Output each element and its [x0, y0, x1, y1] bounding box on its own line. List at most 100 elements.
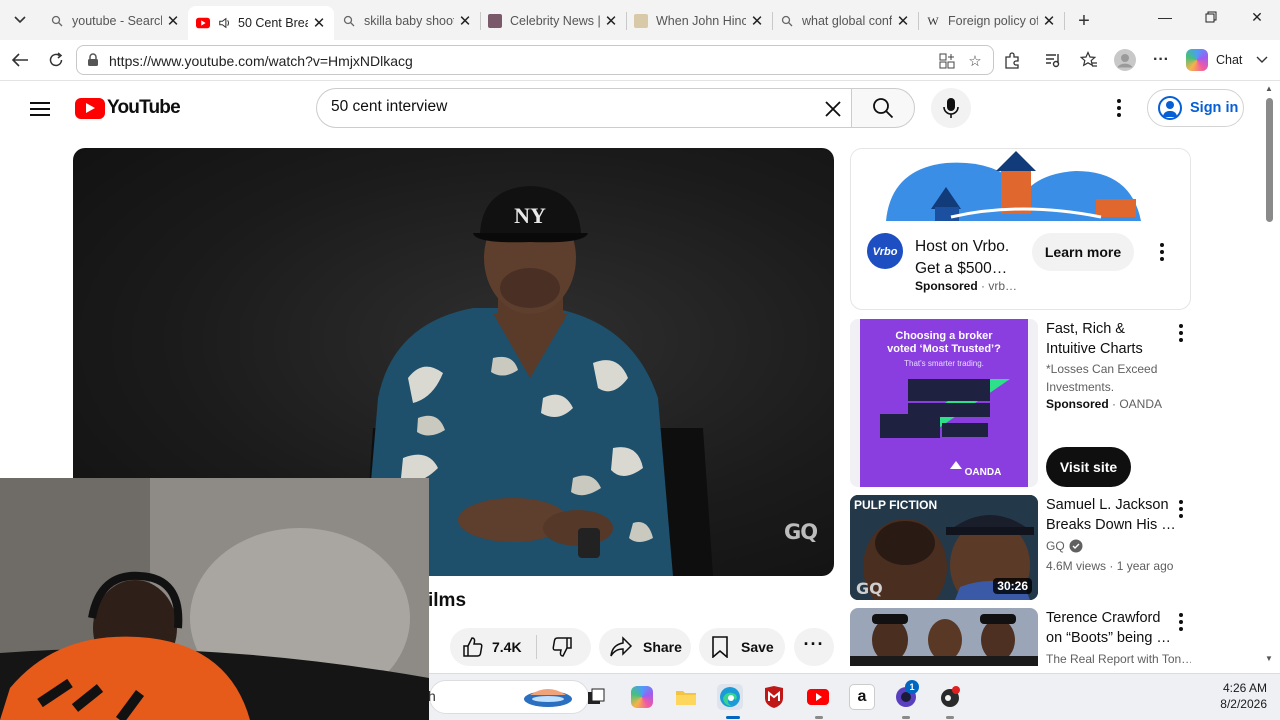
- more-options-icon[interactable]: ···: [1150, 49, 1172, 71]
- video-stats: 4.6M views · 1 year ago: [1046, 559, 1174, 573]
- tab-title: what global conflict: [802, 14, 892, 28]
- tab-global-conflict[interactable]: what global conflict ✕: [772, 6, 918, 36]
- more-actions-button[interactable]: ···: [794, 628, 834, 666]
- media-playback-icon[interactable]: [1042, 49, 1064, 71]
- youtube-app-icon[interactable]: [805, 684, 831, 710]
- refresh-button[interactable]: [45, 49, 67, 71]
- tab-strip: youtube - Search ✕ 50 Cent Breaks ✕ skil…: [0, 0, 1280, 40]
- file-explorer-icon[interactable]: [673, 684, 699, 710]
- url-text[interactable]: https://www.youtube.com/watch?v=HmjxNDlk…: [109, 53, 413, 69]
- voice-search-button[interactable]: [931, 88, 971, 128]
- close-window-button[interactable]: ✕: [1245, 9, 1269, 26]
- copilot-chat-button[interactable]: Chat: [1186, 49, 1242, 71]
- address-bar-row: https://www.youtube.com/watch?v=HmjxNDlk…: [0, 40, 1280, 81]
- close-tab-icon[interactable]: ✕: [1042, 12, 1056, 30]
- tab-foreign-policy[interactable]: W Foreign policy of ✕: [918, 6, 1064, 36]
- app-available-icon[interactable]: [937, 51, 957, 71]
- extensions-icon[interactable]: [1001, 49, 1023, 71]
- search-input[interactable]: [331, 98, 811, 116]
- tab-youtube-search[interactable]: youtube - Search ✕: [42, 6, 188, 36]
- vrbo-logo-icon: Vrbo: [867, 233, 903, 269]
- scroll-up-arrow-icon[interactable]: ▲: [1265, 84, 1273, 93]
- taskbar-clock[interactable]: 4:26 AM 8/2/2026: [1211, 680, 1267, 712]
- svg-text:Choosing a broker: Choosing a broker: [895, 330, 993, 342]
- tab-title: When John Hinckley: [656, 14, 746, 28]
- webcam-frame: [0, 478, 429, 720]
- vrbo-ad-card[interactable]: Vrbo: [850, 148, 1191, 310]
- oanda-ad-thumbnail[interactable]: Choosing a broker voted ‘Most Trusted’? …: [850, 319, 1038, 487]
- video-menu-kebab-icon[interactable]: [1172, 498, 1190, 520]
- scrollbar-thumb[interactable]: [1266, 98, 1273, 222]
- channel-line: GQ: [1046, 539, 1083, 553]
- close-tab-icon[interactable]: ✕: [750, 12, 764, 30]
- scroll-down-arrow-icon[interactable]: ▼: [1265, 654, 1273, 663]
- open-app-indicator: [946, 716, 954, 719]
- ad-title[interactable]: Host on Vrbo. Get a $500…: [915, 236, 1021, 280]
- search-button[interactable]: [851, 88, 915, 128]
- minimize-button[interactable]: —: [1153, 9, 1177, 25]
- samuel-jackson-thumbnail[interactable]: PULP FICTION GQ 30:26: [850, 495, 1038, 600]
- thumbs-down-icon: [552, 637, 572, 657]
- close-tab-icon[interactable]: ✕: [896, 12, 910, 30]
- save-button[interactable]: Save: [699, 628, 785, 666]
- terence-crawford-title[interactable]: Terence Crawford on “Boots” being …: [1046, 608, 1176, 648]
- profile-avatar-icon[interactable]: [1114, 49, 1136, 71]
- clear-search-icon[interactable]: [823, 95, 843, 125]
- mcafee-icon[interactable]: [761, 684, 787, 710]
- edge-browser-icon[interactable]: [717, 684, 743, 710]
- taskbar-search-box[interactable]: h: [428, 680, 589, 714]
- dislike-button[interactable]: [551, 636, 573, 658]
- tab-actions-menu-icon[interactable]: [8, 8, 32, 32]
- vrbo-ad-banner: [851, 149, 1190, 221]
- ad-menu-kebab-icon[interactable]: [1153, 241, 1171, 263]
- guide-menu-icon[interactable]: [28, 98, 52, 118]
- learn-more-button[interactable]: Learn more: [1032, 233, 1134, 271]
- favorite-star-icon[interactable]: ☆: [965, 51, 985, 71]
- oanda-ad-description: *Losses Can Exceed Investments.: [1046, 362, 1158, 394]
- favorites-icon[interactable]: [1078, 49, 1100, 71]
- channel-name[interactable]: GQ: [1046, 539, 1065, 553]
- close-tab-icon[interactable]: ✕: [312, 14, 326, 32]
- visit-site-button[interactable]: Visit site: [1046, 447, 1131, 487]
- svg-text:NY: NY: [514, 203, 546, 228]
- tab-title: skilla baby shoot: [364, 14, 454, 28]
- tab-john-hinckley[interactable]: When John Hinckley ✕: [626, 6, 772, 36]
- youtube-logo[interactable]: YouTube: [75, 97, 181, 119]
- verified-badge-icon: [1069, 539, 1083, 553]
- settings-kebab-icon[interactable]: [1110, 97, 1128, 119]
- sign-in-button[interactable]: Sign in: [1147, 89, 1244, 127]
- new-tab-button[interactable]: +: [1074, 10, 1094, 33]
- clock-time: 4:26 AM: [1222, 681, 1267, 695]
- speaker-icon[interactable]: [218, 16, 232, 30]
- share-button[interactable]: Share: [599, 628, 691, 666]
- video-menu-kebab-icon[interactable]: [1172, 611, 1190, 633]
- like-dislike-group: 7.4K: [450, 628, 591, 666]
- tab-50-cent[interactable]: 50 Cent Breaks ✕: [188, 6, 334, 40]
- game-app-icon[interactable]: [937, 684, 963, 710]
- page-scrollbar[interactable]: ▲ ▼: [1262, 82, 1276, 666]
- tab-title: 50 Cent Breaks: [238, 16, 308, 30]
- close-tab-icon[interactable]: ✕: [604, 12, 618, 30]
- tab-skilla-baby[interactable]: skilla baby shoot ✕: [334, 6, 480, 36]
- oanda-ad-title[interactable]: Fast, Rich & Intuitive Charts: [1046, 319, 1176, 359]
- amazon-icon[interactable]: a: [849, 684, 875, 710]
- channel-name[interactable]: The Real Report with Ton…: [1046, 652, 1191, 666]
- task-view-icon[interactable]: [583, 684, 609, 710]
- address-bar[interactable]: https://www.youtube.com/watch?v=HmjxNDlk…: [76, 45, 994, 75]
- restore-button[interactable]: [1199, 9, 1223, 26]
- tab-celebrity-news[interactable]: Celebrity News | ✕: [480, 6, 626, 36]
- view-count: 4.6M views: [1046, 559, 1107, 573]
- close-tab-icon[interactable]: ✕: [166, 12, 180, 30]
- svg-text:OANDA: OANDA: [965, 467, 1002, 478]
- sidebar-toggle-icon[interactable]: [1251, 49, 1273, 71]
- site-info-icon[interactable]: [85, 52, 101, 68]
- copilot-taskbar-icon[interactable]: [629, 684, 655, 710]
- oanda-menu-kebab-icon[interactable]: [1172, 322, 1190, 344]
- share-icon: [610, 636, 633, 657]
- terence-crawford-thumbnail[interactable]: [850, 608, 1038, 666]
- like-button[interactable]: 7.4K: [462, 636, 522, 658]
- back-button[interactable]: [9, 49, 31, 71]
- samuel-jackson-title[interactable]: Samuel L. Jackson Breaks Down His …: [1046, 495, 1176, 535]
- close-tab-icon[interactable]: ✕: [458, 12, 472, 30]
- account-icon: [1158, 96, 1182, 120]
